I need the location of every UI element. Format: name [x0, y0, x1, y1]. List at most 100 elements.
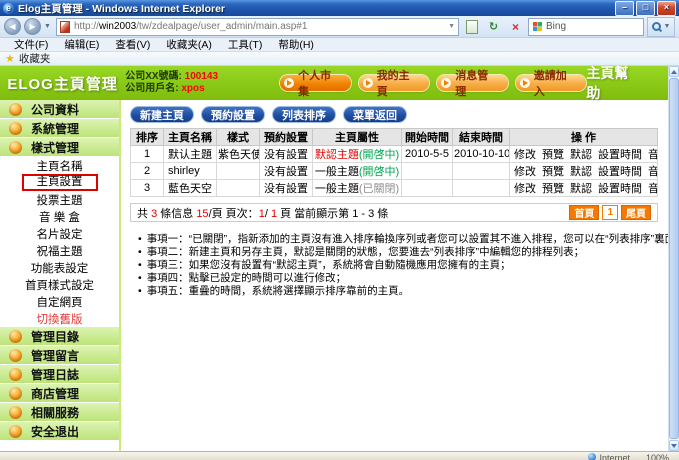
toolbar: 新建主頁預約設置列表排序菜單返回	[130, 106, 668, 123]
menu-item[interactable]: 工具(T)	[220, 37, 270, 52]
cell-operations: 修改預覽默認設置時間音樂盒幻燈片刪除	[510, 146, 658, 163]
cell-name: shirley	[164, 163, 217, 180]
menu-item[interactable]: 查看(V)	[107, 37, 158, 52]
compatibility-view-button[interactable]	[462, 18, 481, 36]
sidebar-category[interactable]: 安全退出	[0, 422, 119, 441]
help-link[interactable]: 主頁幫助	[586, 63, 642, 103]
sidebar-category[interactable]: 管理日誌	[0, 365, 119, 384]
table-header-cell: 開始時間	[402, 129, 453, 146]
table-header-cell: 主頁屬性	[313, 129, 402, 146]
page-button[interactable]: 尾頁	[621, 205, 651, 220]
sidebar-category-label: 安全退出	[31, 423, 79, 440]
pagination-text: 共 3 條信息 15/頁 頁次：1/ 1 頁 當前顯示第 1 - 3 條	[137, 205, 388, 221]
operation-link[interactable]: 預覽	[542, 149, 564, 161]
operation-link[interactable]: 修改	[514, 149, 536, 161]
play-icon	[363, 78, 373, 88]
pagination-buttons: 首頁1尾頁	[569, 205, 651, 220]
toolbar-button[interactable]: 列表排序	[272, 106, 336, 123]
header-nav-button-label: 邀請加入	[534, 67, 578, 99]
operation-link[interactable]: 音樂盒	[648, 166, 658, 178]
operation-link[interactable]: 音樂盒	[648, 183, 658, 195]
operation-link[interactable]: 默認	[570, 183, 592, 195]
header-nav-button[interactable]: 个人市集	[280, 75, 351, 91]
cell-preset: 没有設置	[260, 146, 313, 163]
scrollbar-thumb[interactable]	[669, 78, 679, 439]
toolbar-button[interactable]: 預約設置	[201, 106, 265, 123]
address-bar[interactable]: http://win2003/tw/zdealpage/user_admin/m…	[56, 18, 459, 36]
menu-item[interactable]: 编辑(E)	[56, 37, 107, 52]
sidebar-item[interactable]: 主頁設置	[0, 174, 119, 191]
toolbar-button[interactable]: 菜單返回	[343, 106, 407, 123]
orange-ball-icon	[9, 330, 22, 343]
orange-ball-icon	[9, 425, 22, 438]
search-input[interactable]: Bing	[528, 18, 644, 36]
page-security-icon	[60, 21, 70, 33]
sidebar-category[interactable]: 公司資料	[0, 100, 119, 119]
sidebar-category-label: 管理日誌	[31, 366, 79, 383]
sidebar-category[interactable]: 樣式管理	[0, 138, 119, 157]
body-row: 公司資料系統管理樣式管理主頁名稱主頁設置投票主題音 樂 盒名片設定祝福主題功能表…	[0, 100, 668, 451]
sidebar-item[interactable]: 功能表設定	[0, 259, 119, 276]
menu-item[interactable]: 文件(F)	[6, 37, 56, 52]
page-button[interactable]: 首頁	[569, 205, 599, 220]
cell-end-time[interactable]: 2010-10-10	[453, 146, 510, 163]
scroll-down-icon[interactable]	[669, 440, 679, 451]
operation-link[interactable]: 預覽	[542, 183, 564, 195]
cell-start-time[interactable]: 2010-5-5	[402, 146, 453, 163]
scroll-up-icon[interactable]	[669, 66, 679, 77]
cell-start-time	[402, 180, 453, 197]
history-dropdown-icon[interactable]: ▼	[44, 23, 51, 30]
sidebar-item[interactable]: 自定網頁	[0, 293, 119, 310]
window-title: Elog主頁管理 - Windows Internet Explorer	[18, 1, 225, 16]
operation-link[interactable]: 默認	[570, 149, 592, 161]
sidebar-item-label: 首頁樣式設定	[25, 277, 94, 293]
vertical-scrollbar[interactable]	[668, 66, 679, 451]
stop-button[interactable]: ×	[506, 18, 525, 36]
sidebar-item[interactable]: 切換舊版	[0, 310, 119, 327]
cell-start-time	[402, 163, 453, 180]
refresh-button[interactable]: ↻	[484, 18, 503, 36]
sidebar-category[interactable]: 商店管理	[0, 384, 119, 403]
sidebar-item[interactable]: 主頁名稱	[0, 157, 119, 174]
sidebar-category[interactable]: 相關服務	[0, 403, 119, 422]
page-button[interactable]: 1	[602, 205, 618, 220]
header-nav-button[interactable]: 消息管理	[437, 75, 508, 91]
note-item: 事項三：如果您沒有設置有“默認主頁”，系統將會自動隨機應用您擁有的主頁；	[138, 259, 668, 272]
header-nav-button[interactable]: 我的主頁	[359, 75, 430, 91]
operation-link[interactable]: 預覽	[542, 166, 564, 178]
operation-link[interactable]: 設置時間	[598, 166, 642, 178]
maximize-button[interactable]: □	[636, 1, 655, 16]
sidebar-item[interactable]: 名片設定	[0, 225, 119, 242]
operation-link[interactable]: 修改	[514, 183, 536, 195]
cell-end-time	[453, 180, 510, 197]
operation-link[interactable]: 修改	[514, 166, 536, 178]
orange-ball-icon	[9, 141, 22, 154]
sidebar-category[interactable]: 管理目錄	[0, 327, 119, 346]
orange-ball-icon	[9, 368, 22, 381]
sidebar-category[interactable]: 系統管理	[0, 119, 119, 138]
operation-link[interactable]: 設置時間	[598, 149, 642, 161]
close-button[interactable]: ×	[657, 1, 676, 16]
sidebar-item[interactable]: 投票主題	[0, 191, 119, 208]
sidebar-item[interactable]: 祝福主題	[0, 242, 119, 259]
sidebar-item[interactable]: 音 樂 盒	[0, 208, 119, 225]
sidebar-item[interactable]: 首頁樣式設定	[0, 276, 119, 293]
sidebar-item-label: 祝福主題	[37, 243, 83, 259]
back-button[interactable]: ◀	[4, 18, 21, 35]
table-header-cell: 結束時間	[453, 129, 510, 146]
forward-button[interactable]: ▶	[24, 18, 41, 35]
user-value: xpos	[181, 83, 204, 94]
menu-item[interactable]: 帮助(H)	[270, 37, 322, 52]
operation-link[interactable]: 設置時間	[598, 183, 642, 195]
operation-link[interactable]: 默認	[570, 166, 592, 178]
menu-item[interactable]: 收藏夹(A)	[158, 37, 220, 52]
address-dropdown-icon[interactable]: ▼	[448, 23, 455, 30]
header-nav-button[interactable]: 邀請加入	[516, 75, 587, 91]
minimize-button[interactable]: –	[615, 1, 634, 16]
search-button[interactable]: ▼	[647, 17, 675, 37]
toolbar-button[interactable]: 新建主頁	[130, 106, 194, 123]
favorites-label[interactable]: 收藏夹	[19, 51, 51, 66]
operation-link[interactable]: 音樂盒	[648, 149, 658, 161]
sidebar-category[interactable]: 管理留言	[0, 346, 119, 365]
sidebar-item-label: 投票主題	[37, 192, 83, 208]
